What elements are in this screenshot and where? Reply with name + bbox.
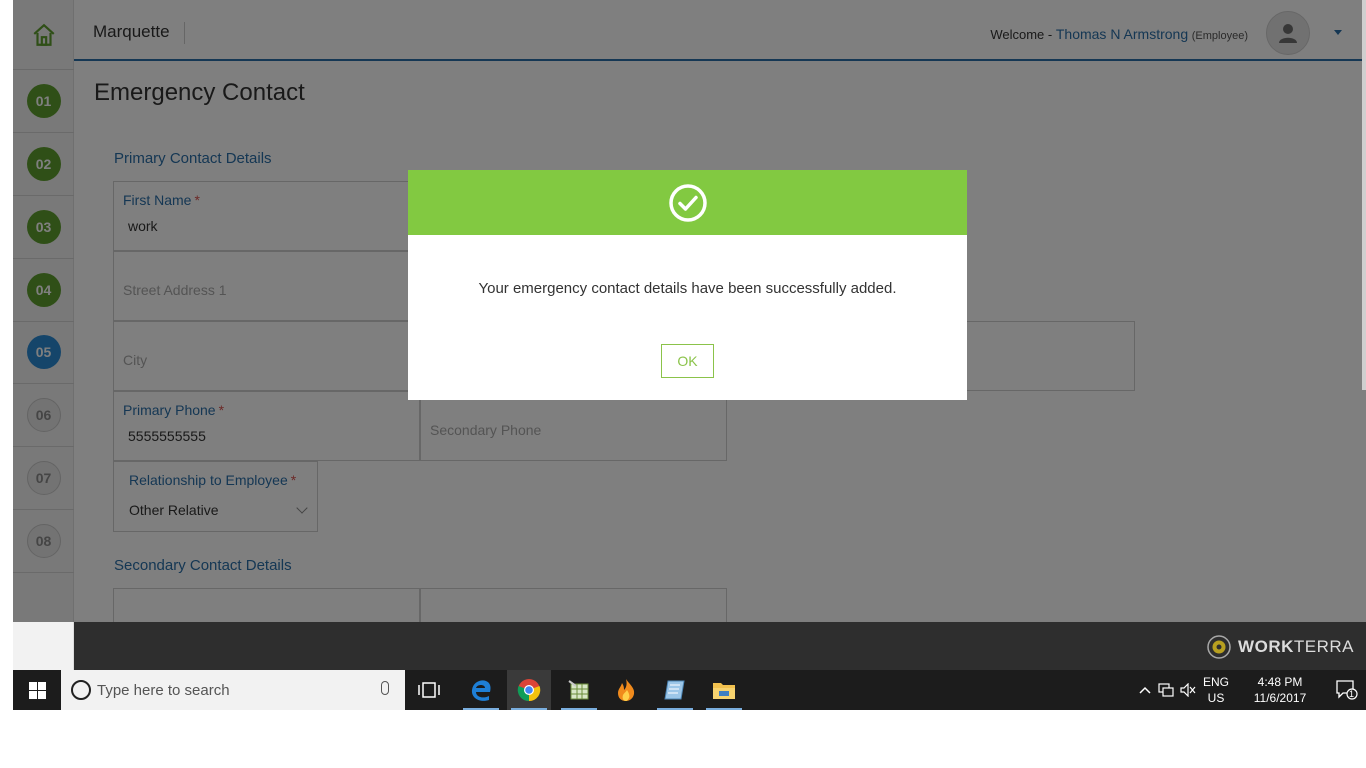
chevron-up-icon[interactable] bbox=[1136, 670, 1154, 710]
ok-button[interactable]: OK bbox=[661, 344, 714, 378]
page-scrollbar[interactable] bbox=[1362, 0, 1366, 390]
clock-date: 11/6/2017 bbox=[1253, 691, 1307, 705]
app-window: 01 02 03 04 05 06 07 08 Marquette Welcom… bbox=[13, 0, 1366, 710]
running-indicator bbox=[561, 708, 597, 710]
system-tray: ENG US 4:48 PM 11/6/2017 1 bbox=[1136, 670, 1366, 710]
flame-icon bbox=[618, 679, 635, 701]
running-indicator bbox=[511, 708, 547, 710]
spreadsheet-taskbar-button[interactable] bbox=[557, 670, 601, 710]
brand-thin: TERRA bbox=[1293, 637, 1354, 656]
folder-icon bbox=[713, 683, 735, 699]
cortana-icon bbox=[71, 680, 91, 700]
volume-muted-icon[interactable] bbox=[1178, 670, 1198, 710]
spreadsheet-icon bbox=[568, 680, 589, 700]
search-placeholder: Type here to search bbox=[97, 682, 230, 699]
file-explorer-taskbar-button[interactable] bbox=[702, 670, 746, 710]
brand-bold: WORK bbox=[1238, 637, 1294, 656]
taskbar: Type here to search ENG US 4:48 PM 11/6/… bbox=[13, 670, 1366, 710]
windows-icon bbox=[28, 681, 46, 699]
microphone-icon[interactable] bbox=[381, 681, 389, 695]
edge-icon bbox=[471, 680, 491, 701]
check-circle-icon bbox=[668, 183, 707, 222]
clock[interactable]: 4:48 PM 11/6/2017 bbox=[1236, 670, 1324, 710]
taskbar-search[interactable]: Type here to search bbox=[61, 670, 405, 710]
network-icon[interactable] bbox=[1156, 670, 1176, 710]
page-footer: WORKTERRA bbox=[74, 622, 1366, 670]
flame-app-taskbar-button[interactable] bbox=[604, 670, 648, 710]
running-indicator bbox=[463, 708, 499, 710]
notification-count: 1 bbox=[1349, 689, 1355, 699]
clock-time: 4:48 PM bbox=[1257, 675, 1303, 689]
running-indicator bbox=[706, 708, 742, 710]
language-code: ENG bbox=[1202, 675, 1229, 689]
language-indicator[interactable]: ENG US bbox=[1200, 670, 1232, 710]
task-view-button[interactable] bbox=[407, 670, 451, 710]
running-indicator bbox=[657, 708, 693, 710]
notes-taskbar-button[interactable] bbox=[653, 670, 697, 710]
action-center-button[interactable]: 1 bbox=[1330, 670, 1364, 710]
workterra-logo: WORKTERRA bbox=[1206, 634, 1354, 660]
dialog-message: Your emergency contact details have been… bbox=[478, 280, 897, 297]
notification-icon bbox=[1336, 680, 1358, 700]
task-view-icon bbox=[418, 682, 440, 698]
edge-taskbar-button[interactable] bbox=[459, 670, 503, 710]
notes-icon bbox=[664, 680, 685, 700]
workterra-logo-icon bbox=[1207, 635, 1231, 659]
start-button[interactable] bbox=[13, 670, 61, 710]
chrome-icon bbox=[517, 679, 541, 702]
dialog-banner bbox=[408, 170, 967, 235]
chrome-taskbar-button[interactable] bbox=[507, 670, 551, 710]
success-dialog: Your emergency contact details have been… bbox=[408, 170, 967, 400]
region-code: US bbox=[1207, 691, 1225, 705]
